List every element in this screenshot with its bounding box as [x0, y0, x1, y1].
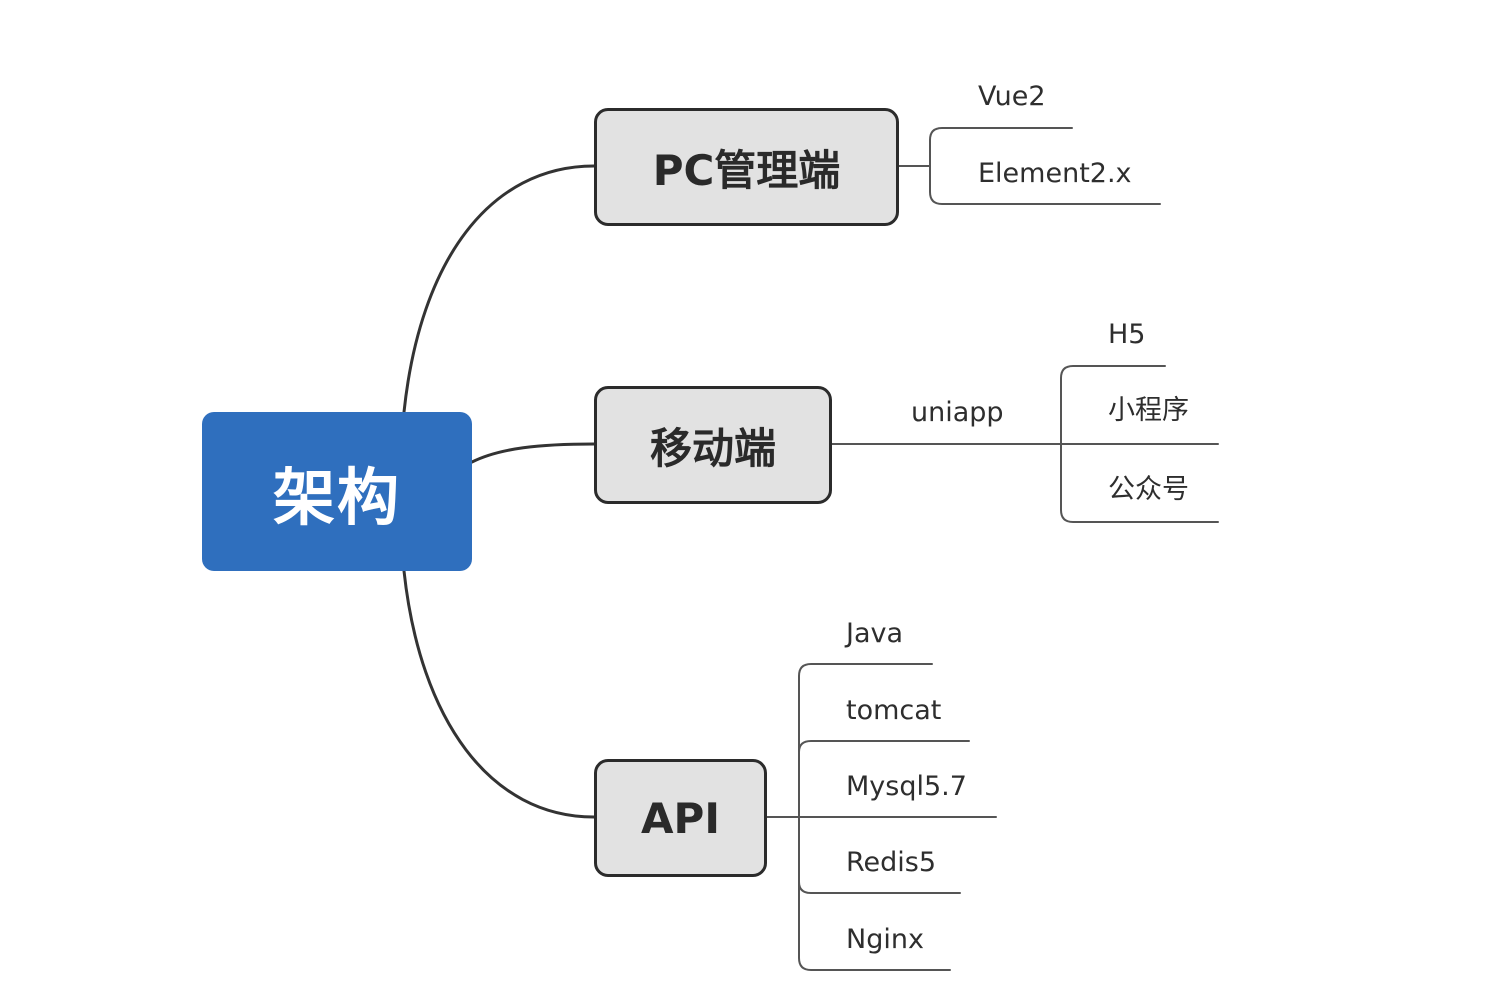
link-root-pc: [402, 164, 596, 414]
link-api-redis: [798, 881, 961, 894]
node-pc-admin[interactable]: PC管理端: [594, 108, 899, 226]
leaf-redis[interactable]: Redis5: [846, 849, 936, 876]
link-root-mobile: [470, 442, 596, 464]
node-api[interactable]: API: [594, 759, 767, 877]
leaf-nginx[interactable]: Nginx: [846, 926, 924, 953]
node-mobile[interactable]: 移动端: [594, 386, 832, 504]
leaf-tomcat[interactable]: tomcat: [846, 697, 941, 724]
leaf-element[interactable]: Element2.x: [978, 160, 1132, 187]
root-node[interactable]: 架构: [202, 412, 472, 571]
leaf-miniprogram[interactable]: 小程序: [1108, 397, 1189, 424]
leaf-h5[interactable]: H5: [1108, 321, 1145, 348]
leaf-official-account[interactable]: 公众号: [1108, 476, 1189, 503]
leaf-vue2[interactable]: Vue2: [978, 83, 1046, 110]
link-root-api: [402, 569, 596, 819]
leaf-java[interactable]: Java: [846, 620, 903, 647]
leaf-mysql[interactable]: Mysql5.7: [846, 773, 967, 800]
link-api-tomcat: [798, 740, 970, 753]
leaf-uniapp[interactable]: uniapp: [911, 399, 1004, 426]
